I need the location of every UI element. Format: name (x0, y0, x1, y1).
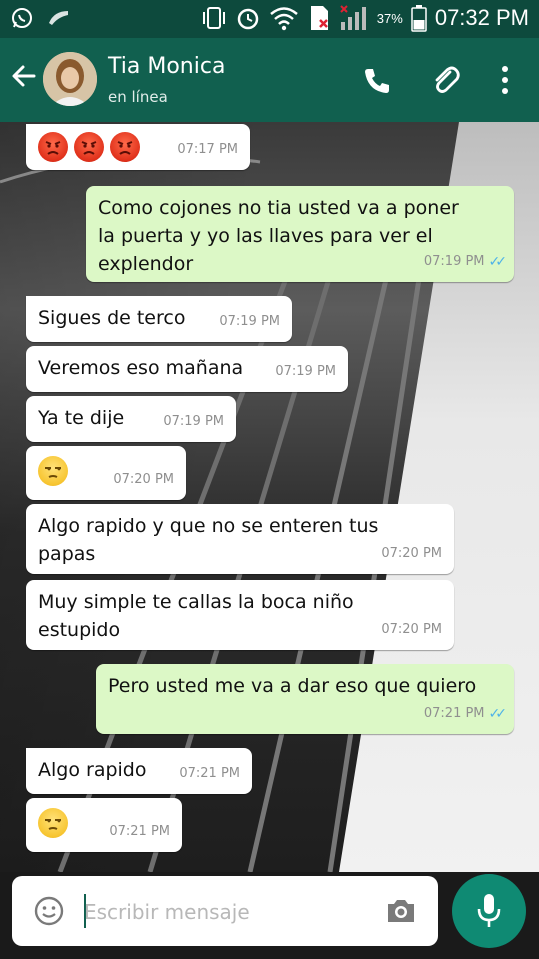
avatar[interactable] (43, 52, 97, 106)
battery-icon (411, 5, 427, 32)
message-incoming[interactable]: Sigues de terco 07:19 PM (26, 296, 292, 342)
angry-emoji-icon (110, 132, 141, 162)
message-incoming[interactable]: 07:21 PM (26, 798, 182, 852)
no-sim-icon (310, 6, 328, 30)
message-text: la puerta y yo las llaves para ver el (98, 225, 433, 247)
contact-name[interactable]: Tia Monica (108, 54, 225, 79)
message-input[interactable] (84, 896, 374, 928)
message-time: 07:20 PM (113, 472, 174, 487)
message-time: 07:20 PM (381, 622, 442, 637)
battery-percentage: 37% (376, 10, 403, 26)
message-text: Algo rapido (38, 759, 147, 781)
message-incoming[interactable]: Veremos eso mañana 07:19 PM (26, 346, 348, 392)
call-icon[interactable] (362, 66, 392, 96)
signal-icon (340, 5, 366, 30)
message-incoming[interactable]: Algo rapido 07:21 PM (26, 748, 252, 794)
read-ticks-icon: ✓✓ (488, 254, 508, 270)
attach-icon[interactable] (430, 64, 462, 96)
message-incoming[interactable]: 07:20 PM (26, 446, 186, 500)
vibrate-icon (202, 7, 225, 29)
message-time: 07:21 PM (423, 706, 485, 721)
read-ticks-icon: ✓✓ (488, 706, 508, 722)
alarm-icon (237, 8, 259, 30)
message-text: Pero usted me va a dar eso que quiero (108, 675, 477, 697)
composer (12, 876, 438, 946)
whatsapp-icon (12, 8, 32, 28)
message-outgoing[interactable]: Como cojones no tia usted va a poner la … (86, 186, 514, 282)
message-time: 07:19 PM (275, 364, 336, 379)
message-incoming[interactable]: Algo rapido y que no se enteren tus papa… (26, 504, 454, 574)
message-text: Muy simple te callas la boca niño (38, 591, 354, 613)
message-time: 07:19 PM (423, 254, 485, 269)
silent-icon (49, 11, 68, 25)
clock: 07:32 PM (434, 5, 529, 30)
message-outgoing[interactable]: Pero usted me va a dar eso que quiero 07… (96, 664, 514, 734)
message-text: Algo rapido y que no se enteren tus (38, 515, 379, 537)
mic-button[interactable] (452, 874, 526, 948)
message-text: Veremos eso mañana (38, 357, 244, 379)
emoji-icon[interactable] (34, 896, 64, 926)
unamused-emoji-icon (38, 808, 68, 838)
message-time: 07:20 PM (381, 546, 442, 561)
message-incoming[interactable]: 07:17 PM (26, 124, 250, 170)
back-arrow-icon[interactable] (10, 62, 38, 90)
message-time: 07:19 PM (219, 314, 280, 329)
camera-icon[interactable] (384, 896, 418, 926)
message-incoming[interactable]: Muy simple te callas la boca niño estupi… (26, 580, 454, 650)
angry-emoji-icon (38, 132, 68, 162)
message-time: 07:19 PM (163, 414, 224, 429)
message-text: Ya te dije (38, 407, 125, 429)
contact-status: en línea (108, 88, 168, 106)
chat-area[interactable]: 07:17 PM Como cojones no tia usted va a … (0, 122, 539, 872)
message-text: Sigues de terco (38, 307, 186, 329)
message-text: Como cojones no tia usted va a poner (98, 197, 459, 219)
wifi-icon (269, 7, 298, 31)
message-time: 07:21 PM (109, 824, 170, 839)
unamused-emoji-icon (38, 456, 68, 486)
status-bar: 37% 07:32 PM (0, 0, 539, 38)
more-vert-icon[interactable] (498, 64, 512, 96)
message-time: 07:21 PM (179, 766, 240, 781)
mic-icon (477, 894, 501, 927)
angry-emoji-icon (74, 132, 105, 162)
message-time: 07:17 PM (177, 142, 238, 157)
message-incoming[interactable]: Ya te dije 07:19 PM (26, 396, 236, 442)
chat-header: Tia Monica en línea (0, 38, 539, 122)
